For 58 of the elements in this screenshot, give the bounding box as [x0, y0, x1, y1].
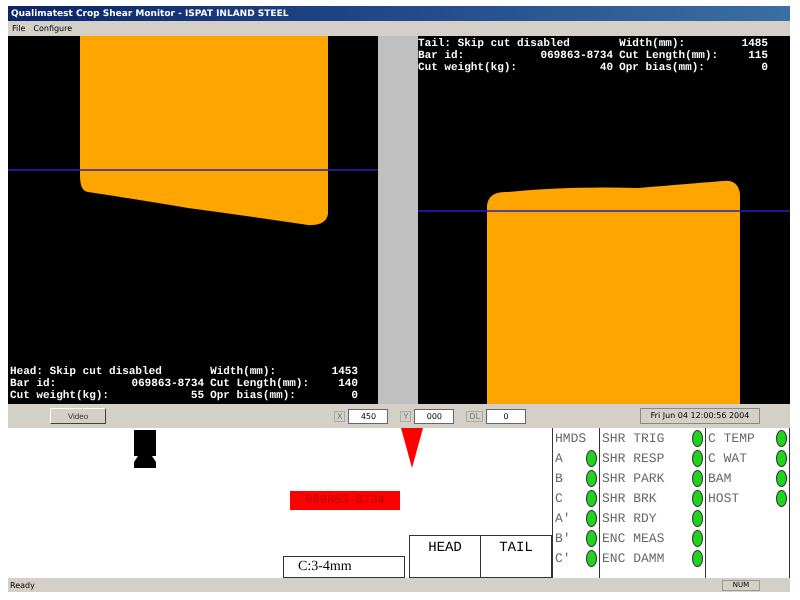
- menu-item[interactable]: File: [12, 24, 26, 33]
- menu-item[interactable]: Configure: [33, 24, 72, 33]
- indicator-label: SHR TRIG: [602, 430, 664, 446]
- indicator-label: SHR PARK: [602, 470, 664, 486]
- indicator-label: B': [555, 530, 571, 546]
- readout-label: Width(mm):: [619, 38, 686, 50]
- readout-label: Opr bias(mm):: [619, 62, 706, 74]
- readout-value: 1485: [740, 38, 768, 50]
- readout-value: 069863-8734: [539, 50, 614, 62]
- input-field[interactable]: 450: [348, 408, 388, 424]
- indicator-label: A: [555, 450, 563, 466]
- window-title: Qualimatest Crop Shear Monitor - ISPAT INLAND STEEL: [8, 6, 790, 21]
- field-label: X: [334, 410, 346, 422]
- end-toggle-button[interactable]: HEAD: [409, 535, 481, 578]
- readout-label: Width(mm):: [210, 366, 278, 378]
- readout-value: 1453: [330, 366, 358, 378]
- date-time: Fri Jun 04 12:00:56 2004: [640, 408, 760, 424]
- readout-value: 0: [760, 62, 768, 74]
- status-message: Ready: [10, 580, 35, 590]
- readout-value: 40: [598, 62, 614, 74]
- readout-label: Cut Length(mm):: [619, 50, 720, 62]
- indicator-label: C TEMP: [708, 430, 755, 446]
- readout-label: Cut weight(kg):: [10, 390, 110, 402]
- readout-label: Bar id:: [10, 378, 58, 390]
- input-field[interactable]: 0: [486, 408, 526, 424]
- clearance-readout: C:3-4mm: [283, 556, 405, 578]
- bar-id-tag: 069863-8734: [290, 491, 400, 510]
- indicator-label: BAM: [708, 470, 732, 486]
- readout-title: Head: Skip cut disabled: [10, 366, 163, 378]
- indicator-label: ENC MEAS: [602, 530, 664, 546]
- indicator-label: B: [555, 470, 563, 486]
- indicator-label: C: [555, 490, 563, 506]
- indicator-label: ENC DAMM: [602, 550, 664, 566]
- indicator-label: SHR RDY: [602, 510, 657, 526]
- readout-title: Tail: Skip cut disabled: [418, 38, 571, 50]
- readout-label: Bar id:: [418, 50, 466, 62]
- indicator-label: C WAT: [708, 450, 748, 466]
- readout-value: 115: [747, 50, 768, 62]
- camera-icon: [132, 430, 158, 470]
- position-marker-icon: [401, 428, 423, 468]
- indicator-label: SHR BRK: [602, 490, 657, 506]
- readout-value: 0: [350, 390, 358, 402]
- indicator-label: C': [555, 550, 571, 566]
- field-label: Y: [400, 410, 412, 422]
- video-button[interactable]: Video: [50, 408, 106, 424]
- readout-label: Cut Length(mm):: [210, 378, 310, 390]
- indicator-header: HMDS: [555, 430, 586, 446]
- indicator-label: HOST: [708, 490, 740, 506]
- readout-value: 55: [190, 390, 204, 402]
- readout-label: Cut weight(kg):: [418, 62, 518, 74]
- readout-label: Opr bias(mm):: [210, 390, 297, 402]
- indicator-label: A': [555, 510, 571, 526]
- readout-value: 069863-8734: [130, 378, 204, 390]
- field-label: DL: [466, 410, 483, 422]
- indicator-label: SHR RESP: [602, 450, 664, 466]
- end-toggle-button[interactable]: TAIL: [480, 535, 552, 578]
- input-field[interactable]: 000: [414, 408, 454, 424]
- readout-value: 140: [337, 378, 358, 390]
